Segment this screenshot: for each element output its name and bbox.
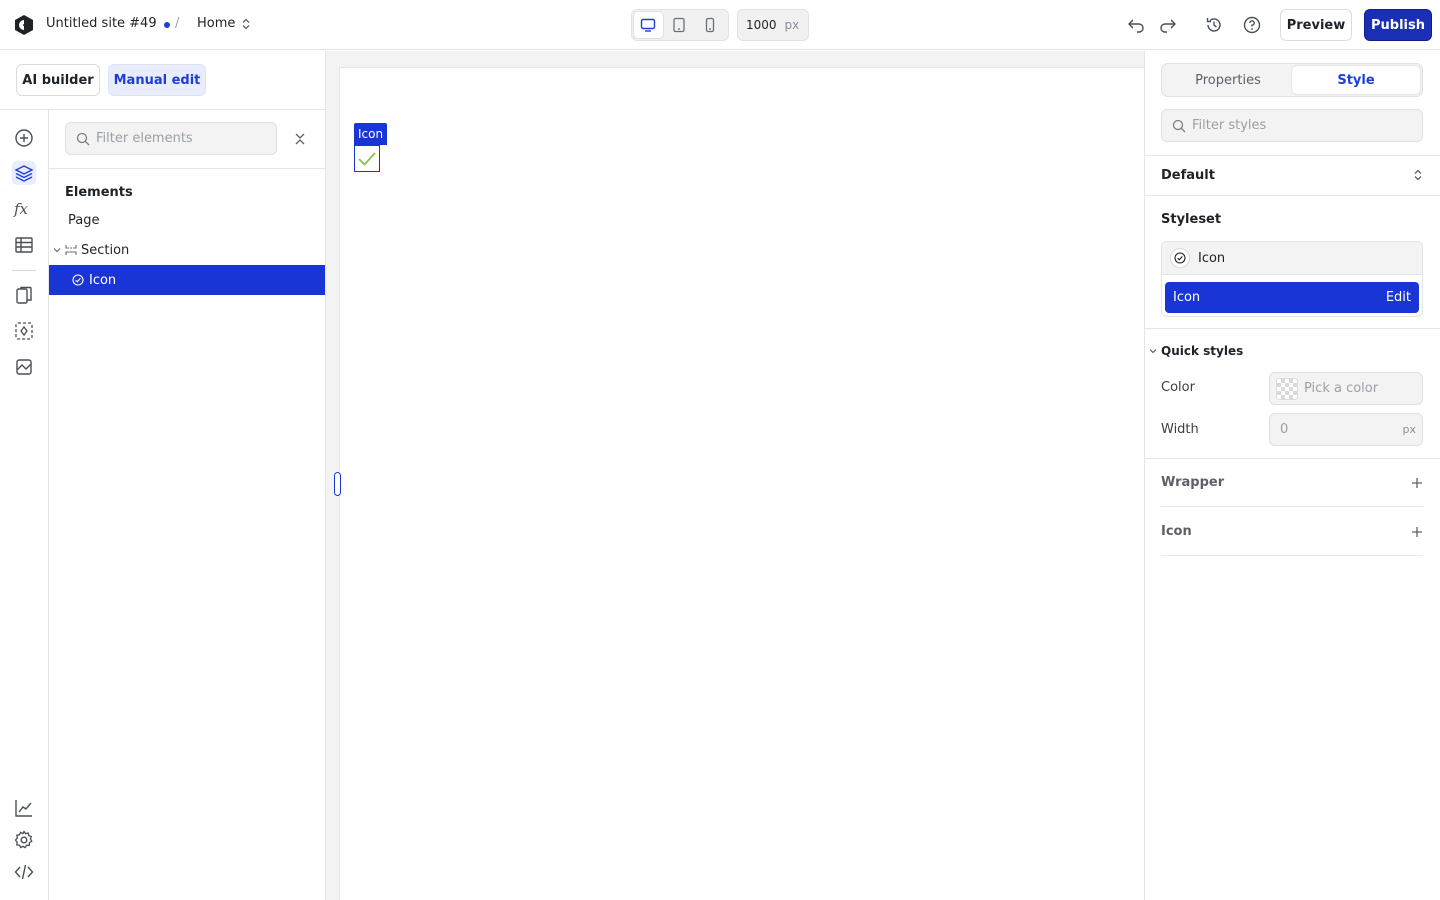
tablet-icon [672,17,686,33]
breadcrumb-separator: / [175,16,180,31]
styleset-title: Styleset [1161,212,1222,227]
quick-styles-title: Quick styles [1161,344,1244,358]
history-icon[interactable] [1204,15,1224,35]
divider [1145,195,1440,196]
top-bar: Untitled site #49 / Home 1000 px Preview… [0,0,1440,50]
tree-item-icon[interactable]: Icon [49,265,325,295]
ai-builder-button[interactable]: AI builder [16,64,100,96]
styleset-head-label: Icon [1198,250,1226,266]
check-circle-icon [1170,248,1190,268]
mobile-device-button[interactable] [695,12,724,38]
artboard-page[interactable]: Icon [339,67,1144,900]
redo-icon[interactable] [1158,15,1178,35]
device-switcher [631,9,729,41]
add-element-icon[interactable] [12,126,36,150]
color-swatch[interactable] [1276,377,1298,400]
pages-icon[interactable] [12,283,36,307]
styleset-item-label: Icon [1173,290,1201,305]
color-label: Color [1161,380,1195,395]
panel-divider [49,168,326,169]
tree-item-section[interactable]: Section [49,235,325,265]
function-icon[interactable]: fx [12,197,36,221]
quick-styles-toggle[interactable]: Quick styles [1149,344,1243,358]
manual-edit-button[interactable]: Manual edit [108,64,206,96]
site-name[interactable]: Untitled site #49 [46,16,157,31]
table-icon[interactable] [12,233,36,257]
tree-item-label: Section [81,242,130,258]
analytics-icon[interactable] [12,796,36,820]
filter-styles-field[interactable] [1161,109,1423,142]
preview-button[interactable]: Preview [1280,9,1352,41]
canvas-width-unit: px [784,18,800,32]
page-selector[interactable]: Home [197,16,251,31]
rail-divider [12,270,36,271]
components-icon[interactable] [12,319,36,343]
filter-elements-field[interactable] [65,122,277,155]
section-icon [65,244,77,256]
publish-button[interactable]: Publish [1364,9,1432,41]
selected-icon-element[interactable] [354,145,380,172]
icon-section[interactable]: Icon [1161,508,1423,556]
divider [1145,328,1440,329]
undo-icon[interactable] [1126,15,1146,35]
styleset-edit-link[interactable]: Edit [1386,290,1411,305]
desktop-icon [640,18,656,32]
chevron-up-down-icon [241,18,251,30]
tree-item-label: Page [68,212,100,228]
state-selector[interactable]: Default [1161,155,1423,195]
icon-section-title: Icon [1161,524,1192,539]
styleset-box: Icon Icon Edit [1161,241,1423,317]
width-unit: px [1402,423,1417,436]
tab-properties[interactable]: Properties [1164,66,1292,94]
settings-gear-icon[interactable] [12,828,36,852]
mode-switcher: AI builder Manual edit [0,51,326,110]
width-label: Width [1161,422,1199,437]
inspector-tabs: Properties Style [1161,63,1423,97]
tree-item-page[interactable]: Page [49,205,325,235]
plus-icon[interactable] [1411,526,1423,538]
width-field[interactable]: px [1269,413,1423,446]
styleset-header[interactable]: Icon [1162,242,1422,275]
elements-panel: Elements Page Section Icon [49,110,326,900]
wrapper-section[interactable]: Wrapper [1161,459,1423,507]
plus-icon[interactable] [1411,477,1423,489]
help-icon[interactable] [1242,15,1262,35]
canvas-resize-handle[interactable] [334,472,341,496]
desktop-device-button[interactable] [634,12,663,38]
color-picker-field[interactable]: Pick a color [1269,372,1423,405]
filter-styles-input[interactable] [1192,118,1412,133]
search-icon [1172,119,1186,133]
filter-elements-input[interactable] [96,131,266,146]
tree-item-label: Icon [89,272,117,288]
app-logo-icon[interactable] [13,14,35,36]
styleset-item-icon[interactable]: Icon Edit [1165,282,1419,313]
svg-text:fx: fx [13,200,29,218]
chevron-down-icon [1149,347,1157,355]
inspector-panel: Properties Style Default Styleset Icon I… [1144,51,1440,900]
search-icon [76,132,90,146]
tablet-device-button[interactable] [665,12,694,38]
check-circle-icon [72,274,84,286]
wrapper-section-title: Wrapper [1161,475,1225,490]
chevron-down-icon[interactable] [53,246,61,254]
elements-heading: Elements [65,185,133,200]
assets-icon[interactable] [12,355,36,379]
layers-icon[interactable] [12,161,36,185]
code-icon[interactable] [12,860,36,884]
mobile-icon [704,17,716,33]
unsaved-indicator [164,22,170,28]
canvas-width-input[interactable]: 1000 px [737,9,809,41]
width-input[interactable] [1276,422,1386,437]
page-name: Home [197,16,236,31]
collapse-all-icon[interactable] [291,130,309,148]
selection-label: Icon [354,123,388,145]
chevron-up-down-icon [1413,169,1423,181]
canvas: Icon [326,51,1144,900]
canvas-width-value: 1000 [746,18,777,32]
checkmark-icon [357,151,377,167]
color-placeholder: Pick a color [1304,381,1379,396]
left-icon-rail: fx [0,110,49,900]
tab-style[interactable]: Style [1292,66,1420,94]
state-label: Default [1161,167,1215,183]
